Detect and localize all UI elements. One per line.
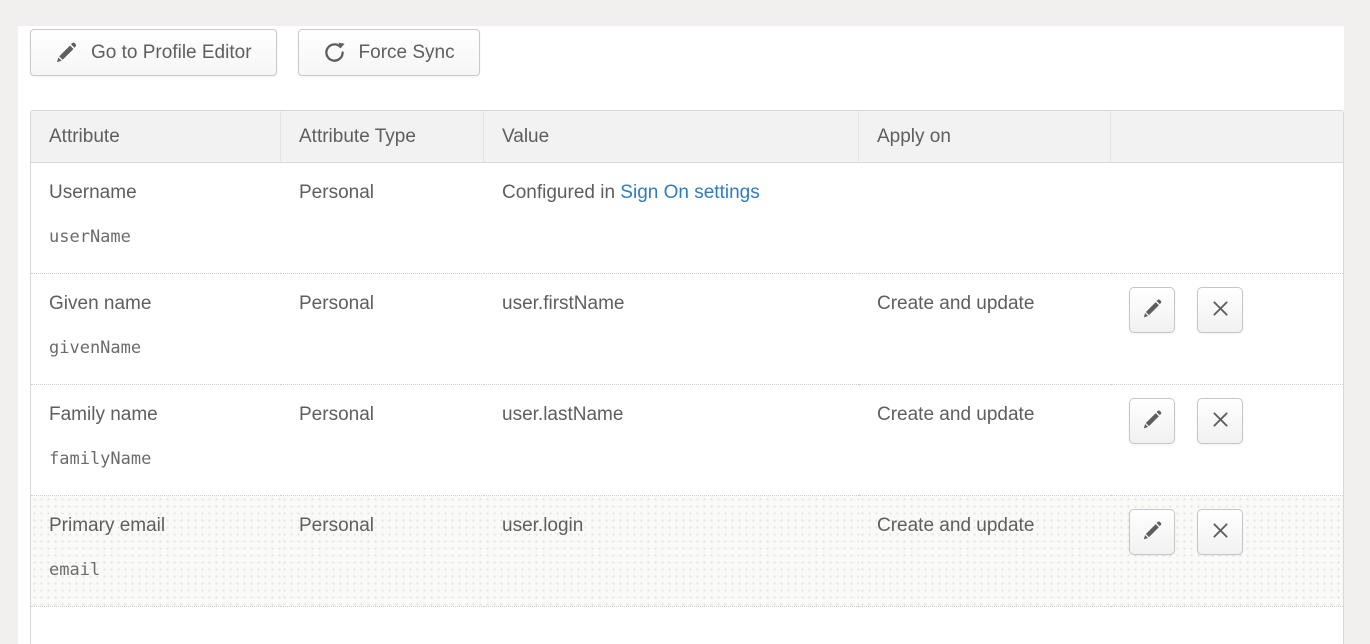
toolbar: Go to Profile Editor Force Sync [30,29,480,76]
value-text: user.lastName [502,404,623,425]
col-header-value: Value [484,111,859,163]
attribute-type: Personal [299,293,374,314]
x-icon [1210,409,1231,433]
table-row-primary-email: Primary email email Personal user.login … [31,496,1344,607]
attribute-variable-name: familyName [49,449,263,469]
pencil-icon [1142,298,1163,322]
table-row-username: Username userName Personal Configured in… [31,163,1344,274]
apply-on-value: Create and update [877,515,1034,536]
attribute-variable-name: email [49,560,263,580]
go-to-profile-editor-button[interactable]: Go to Profile Editor [30,29,277,76]
value-text: user.firstName [502,293,624,314]
table-row-partial [31,607,1344,644]
row-actions [1129,398,1327,444]
value-text: user.login [502,515,583,536]
delete-attribute-button[interactable] [1197,509,1243,555]
attribute-mappings-table: Attribute Attribute Type Value Apply on … [30,110,1344,644]
x-icon [1210,298,1231,322]
col-header-apply-on: Apply on [859,111,1111,163]
row-actions [1129,509,1327,555]
go-to-profile-editor-label: Go to Profile Editor [91,42,252,64]
col-header-attribute-type: Attribute Type [281,111,484,163]
attribute-label: Family name [49,402,263,427]
table-row-family-name: Family name familyName Personal user.las… [31,385,1344,496]
delete-attribute-button[interactable] [1197,398,1243,444]
value-text: Configured in [502,182,620,203]
attribute-type: Personal [299,515,374,536]
row-actions [1129,287,1327,333]
col-header-attribute: Attribute [31,111,281,163]
attribute-label: Username [49,180,263,205]
refresh-icon [323,41,346,64]
force-sync-button[interactable]: Force Sync [298,29,480,76]
sign-on-settings-link[interactable]: Sign On settings [620,182,759,203]
pencil-icon [1142,409,1163,433]
apply-on-value: Create and update [877,293,1034,314]
table-header-row: Attribute Attribute Type Value Apply on [31,111,1344,163]
attribute-variable-name: givenName [49,338,263,358]
attribute-label: Given name [49,291,263,316]
edit-attribute-button[interactable] [1129,509,1175,555]
pencil-icon [55,41,78,64]
attribute-variable-name: userName [49,227,263,247]
edit-attribute-button[interactable] [1129,287,1175,333]
x-icon [1210,520,1231,544]
force-sync-label: Force Sync [359,42,455,64]
delete-attribute-button[interactable] [1197,287,1243,333]
attribute-label: Primary email [49,513,263,538]
table-row-given-name: Given name givenName Personal user.first… [31,274,1344,385]
attribute-type: Personal [299,182,374,203]
col-header-actions [1111,111,1344,163]
apply-on-value: Create and update [877,404,1034,425]
attribute-type: Personal [299,404,374,425]
edit-attribute-button[interactable] [1129,398,1175,444]
pencil-icon [1142,520,1163,544]
